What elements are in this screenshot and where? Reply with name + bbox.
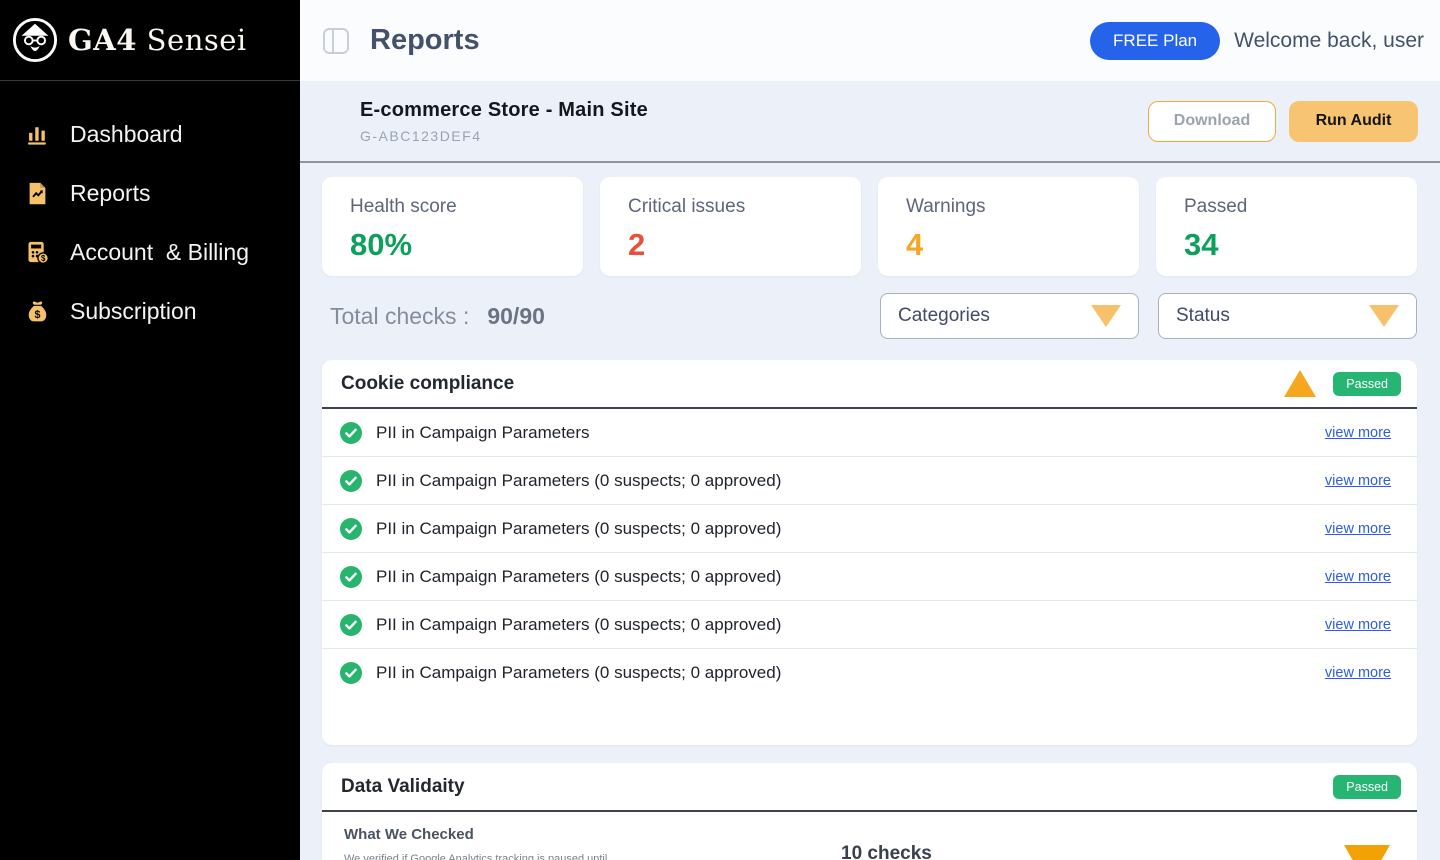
sensei-face-icon [12,17,58,63]
page-title: Reports [370,24,480,57]
sidebar-item-label: Reports [70,180,151,207]
check-circle-icon [340,518,362,540]
section-header-right: Passed [1284,370,1401,397]
status-dropdown-label: Status [1176,305,1230,327]
view-more-link[interactable]: view more [1325,521,1391,537]
section-title: Cookie compliance [341,373,514,395]
check-circle-icon [340,662,362,684]
sidebar-item-label: Subscription [70,298,197,325]
collapse-triangle-icon[interactable] [1284,370,1316,397]
stat-value: 4 [906,227,1111,263]
sidebar: GA4 Sensei Dashboard Reports [0,0,300,860]
check-row: PII in Campaign Parameters (0 suspects; … [322,601,1417,649]
total-checks-value: 90/90 [487,303,545,330]
stat-value: 2 [628,227,833,263]
stat-label: Critical issues [628,196,833,218]
property-actions: Download Run Audit [1148,101,1418,142]
check-title: PII in Campaign Parameters (0 suspects; … [376,567,781,587]
section-header: Cookie compliance Passed [322,360,1417,409]
sidebar-item-dashboard[interactable]: Dashboard [0,105,300,164]
property-name: E-commerce Store - Main Site [360,99,648,122]
sidebar-item-label: Account & Billing [70,239,249,266]
checks-count: 10 checks [841,843,932,860]
chevron-down-icon [1091,305,1121,327]
money-bag-icon: $ [24,298,51,325]
view-more-link[interactable]: view more [1325,665,1391,681]
stats-row: Health score 80% Critical issues 2 Warni… [322,177,1417,276]
stat-label: Passed [1184,196,1389,218]
check-title: PII in Campaign Parameters (0 suspects; … [376,519,781,539]
sidebar-item-subscription[interactable]: $ Subscription [0,282,300,341]
sidebar-nav: Dashboard Reports $ Account [0,105,300,341]
check-title: PII in Campaign Parameters (0 suspects; … [376,663,781,683]
bar-chart-icon [24,121,51,148]
check-row: PII in Campaign Parameters view more [322,409,1417,457]
brand-logo[interactable]: GA4 Sensei [0,0,300,81]
section-cookie-compliance: Cookie compliance Passed PII in Campaign… [322,360,1417,745]
brand-name: GA4 Sensei [68,23,247,57]
property-header: E-commerce Store - Main Site G-ABC123DEF… [300,81,1440,163]
filters-row: Total checks : 90/90 Categories Status [322,293,1417,339]
sidebar-toggle-icon[interactable] [318,23,354,59]
stat-value: 80% [350,227,555,263]
check-circle-icon [340,422,362,444]
run-audit-button[interactable]: Run Audit [1289,101,1418,142]
check-title: PII in Campaign Parameters [376,423,590,443]
section-header-right: Passed [1333,775,1401,799]
check-row: PII in Campaign Parameters (0 suspects; … [322,649,1417,697]
check-row: PII in Campaign Parameters (0 suspects; … [322,505,1417,553]
report-document-icon [24,180,51,207]
check-circle-icon [340,566,362,588]
top-bar: Reports FREE Plan Welcome back, user [300,0,1440,81]
stat-label: Warnings [906,196,1111,218]
chevron-down-icon [1369,305,1399,327]
stat-card-warnings: Warnings 4 [878,177,1139,276]
check-row: PII in Campaign Parameters (0 suspects; … [322,553,1417,601]
plan-badge[interactable]: FREE Plan [1090,22,1220,60]
status-badge: Passed [1333,372,1401,396]
check-title: PII in Campaign Parameters (0 suspects; … [376,615,781,635]
section-data-validaity: Data Validaity Passed What We Checked We… [322,763,1417,860]
billing-calculator-icon: $ [24,239,51,266]
property-info: E-commerce Store - Main Site G-ABC123DEF… [360,99,648,144]
property-id: G-ABC123DEF4 [360,128,648,144]
check-row: PII in Campaign Parameters (0 suspects; … [322,457,1417,505]
stat-label: Health score [350,196,555,218]
check-title: PII in Campaign Parameters (0 suspects; … [376,471,781,491]
section-title: Data Validaity [341,776,465,798]
categories-dropdown-label: Categories [898,305,990,327]
section-header: Data Validaity Passed [322,763,1417,812]
check-circle-icon [340,614,362,636]
top-bar-right: FREE Plan Welcome back, user [1090,22,1424,60]
expand-triangle-icon[interactable] [1344,845,1390,860]
view-more-link[interactable]: view more [1325,617,1391,633]
status-dropdown[interactable]: Status [1158,293,1417,339]
sidebar-item-label: Dashboard [70,121,183,148]
view-more-link[interactable]: view more [1325,569,1391,585]
welcome-text: Welcome back, user [1234,29,1424,53]
what-we-checked-title: What We Checked [344,826,1395,843]
view-more-link[interactable]: view more [1325,473,1391,489]
sidebar-item-reports[interactable]: Reports [0,164,300,223]
categories-dropdown[interactable]: Categories [880,293,1139,339]
stat-card-health-score: Health score 80% [322,177,583,276]
sidebar-item-account-billing[interactable]: $ Account & Billing [0,223,300,282]
total-checks-label: Total checks : [330,303,469,330]
svg-text:$: $ [35,309,41,321]
view-more-link[interactable]: view more [1325,425,1391,441]
download-button[interactable]: Download [1148,101,1276,142]
check-circle-icon [340,470,362,492]
stat-card-passed: Passed 34 [1156,177,1417,276]
svg-text:$: $ [41,254,46,263]
status-badge: Passed [1333,775,1401,799]
stat-value: 34 [1184,227,1389,263]
stat-card-critical-issues: Critical issues 2 [600,177,861,276]
